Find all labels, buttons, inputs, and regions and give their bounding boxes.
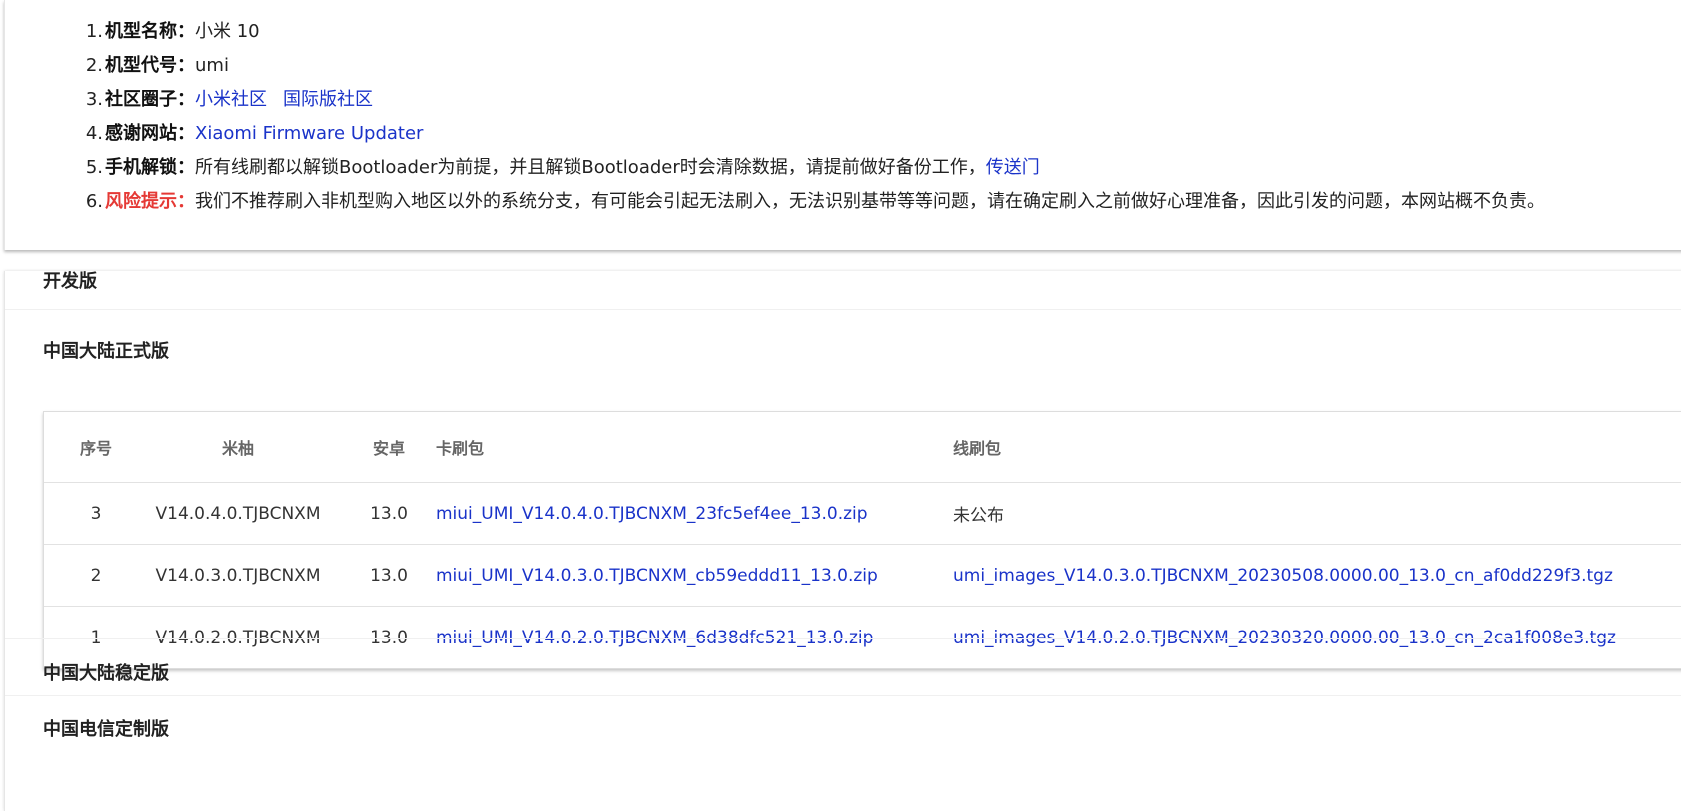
item-number: 1. bbox=[85, 21, 103, 42]
item-body: 社区圈子：小米社区 国际版社区 bbox=[105, 83, 373, 117]
item-number: 6. bbox=[85, 191, 103, 212]
cell-number: 3 bbox=[90, 503, 102, 524]
table-body: 3 V14.0.4.0.TJBCNXM 13.0 miui_UMI_V14.0.4.0… bbox=[44, 482, 1681, 668]
item-label: 机型代号： bbox=[105, 55, 195, 76]
cell-miui-version: V14.0.3.0.TJBCNXM bbox=[155, 565, 321, 586]
section-dev-header[interactable]: 开发版 bbox=[43, 271, 97, 323]
col-header-android: 安卓 bbox=[372, 439, 405, 458]
section-cn-stable-header[interactable]: 中国大陆稳定版 bbox=[43, 659, 169, 685]
cell-number: 2 bbox=[90, 565, 102, 586]
section-cn-stable-title: 中国大陆稳定版 bbox=[43, 663, 169, 684]
cell-android-version: 13.0 bbox=[370, 565, 408, 586]
divider bbox=[5, 309, 1681, 310]
firmware-table: 序号 米柚 安卓 卡刷包 线刷包 3 V14.0.4.0.TJBCNXM 13.0 m… bbox=[43, 411, 1681, 669]
table-cell: 3 bbox=[44, 483, 148, 544]
table-cell: miui_UMI_V14.0.3.0.TJBCNXM_cb59eddd11_13… bbox=[436, 545, 878, 606]
item-link[interactable]: Xiaomi Firmware Updater bbox=[195, 123, 423, 144]
card-package-link[interactable]: miui_UMI_V14.0.3.0.TJBCNXM_cb59eddd11_13… bbox=[436, 566, 878, 586]
table-cell: 13.0 bbox=[354, 483, 424, 544]
col-header-miui: 米柚 bbox=[221, 439, 254, 458]
table-cell: 2 bbox=[44, 545, 148, 606]
item-value: umi bbox=[195, 55, 229, 76]
item-label: 感谢网站： bbox=[105, 123, 195, 144]
item-body: 机型名称：小米 10 bbox=[105, 15, 260, 49]
item-body: 机型代号：umi bbox=[105, 49, 229, 83]
item-value: 小米 10 bbox=[195, 21, 260, 42]
table-cell: umi_images_V14.0.3.0.TJBCNXM_20230508.00… bbox=[953, 545, 1613, 606]
table-row: 1V14.0.2.0.TJBCNXM13.0miui_UMI_V14.0.2.0… bbox=[44, 606, 1681, 668]
device-info-card: 1. 机型名称：小米 10 2. 机型代号：umi 3. 社区圈子：小米社区 国际版社区 4.… bbox=[4, 0, 1681, 250]
section-cn-official-title: 中国大陆正式版 bbox=[43, 341, 169, 362]
item-number: 5. bbox=[85, 157, 103, 178]
section-cn-telecom-header[interactable]: 中国电信定制版 bbox=[43, 715, 169, 741]
item-label: 机型名称： bbox=[105, 21, 195, 42]
firmware-card: 开发版 中国大陆正式版 序号 米柚 安卓 卡刷包 线刷包 3 V14.0.4.0.… bbox=[4, 271, 1681, 811]
table-cell: V14.0.3.0.TJBCNXM bbox=[148, 545, 328, 606]
table-header-row: 序号 米柚 安卓 卡刷包 线刷包 bbox=[44, 412, 1681, 482]
item-value: 所有线刷都以解锁Bootloader为前提，并且解锁Bootloader时会清除… bbox=[195, 157, 986, 178]
item-number: 4. bbox=[85, 123, 103, 144]
table-cell: 未公布 bbox=[953, 483, 1004, 544]
cell-android-version: 13.0 bbox=[370, 503, 408, 524]
table-row: 2 V14.0.3.0.TJBCNXM 13.0 miui_UMI_V14.0.3.0… bbox=[44, 544, 1681, 606]
col-header-no: 序号 bbox=[79, 439, 112, 458]
table-cell: 13.0 bbox=[354, 545, 424, 606]
fastboot-package-link[interactable]: umi_images_V14.0.3.0.TJBCNXM_20230508.00… bbox=[953, 566, 1613, 586]
item-value: 我们不推荐刷入非机型购入地区以外的系统分支，有可能会引起无法刷入，无法识别基带等… bbox=[195, 191, 1545, 212]
section-cn-official-header[interactable]: 中国大陆正式版 bbox=[43, 337, 169, 363]
item-link[interactable]: 国际版社区 bbox=[283, 89, 373, 110]
item-label: 手机解锁： bbox=[105, 157, 195, 178]
item-body: 感谢网站：Xiaomi Firmware Updater bbox=[105, 117, 423, 151]
divider bbox=[5, 638, 1681, 639]
section-cn-telecom-title: 中国电信定制版 bbox=[43, 719, 169, 740]
item-link[interactable]: 传送门 bbox=[986, 157, 1040, 178]
divider bbox=[5, 695, 1681, 696]
table-cell: miui_UMI_V14.0.4.0.TJBCNXM_23fc5ef4ee_13… bbox=[436, 483, 868, 544]
risk-label: 风险提示： bbox=[105, 191, 195, 212]
cell-miui-version: V14.0.4.0.TJBCNXM bbox=[155, 503, 321, 524]
card-package-link[interactable]: miui_UMI_V14.0.4.0.TJBCNXM_23fc5ef4ee_13… bbox=[436, 504, 868, 524]
section-dev-title: 开发版 bbox=[43, 271, 97, 292]
item-body: 风险提示：我们不推荐刷入非机型购入地区以外的系统分支，有可能会引起无法刷入，无法… bbox=[105, 185, 1545, 219]
table-cell: V14.0.4.0.TJBCNXM bbox=[148, 483, 328, 544]
item-number: 2. bbox=[85, 55, 103, 76]
fastboot-package-status: 未公布 bbox=[953, 506, 1004, 526]
item-body: 手机解锁：所有线刷都以解锁Bootloader为前提，并且解锁Bootloade… bbox=[105, 151, 1040, 185]
item-label: 社区圈子： bbox=[105, 89, 195, 110]
table-row: 3 V14.0.4.0.TJBCNXM 13.0 miui_UMI_V14.0.4.0… bbox=[44, 482, 1681, 544]
col-header-fastboot-package: 线刷包 bbox=[953, 439, 1002, 458]
item-link[interactable]: 小米社区 bbox=[195, 89, 267, 110]
item-number: 3. bbox=[85, 89, 103, 110]
col-header-card-package: 卡刷包 bbox=[436, 439, 485, 458]
